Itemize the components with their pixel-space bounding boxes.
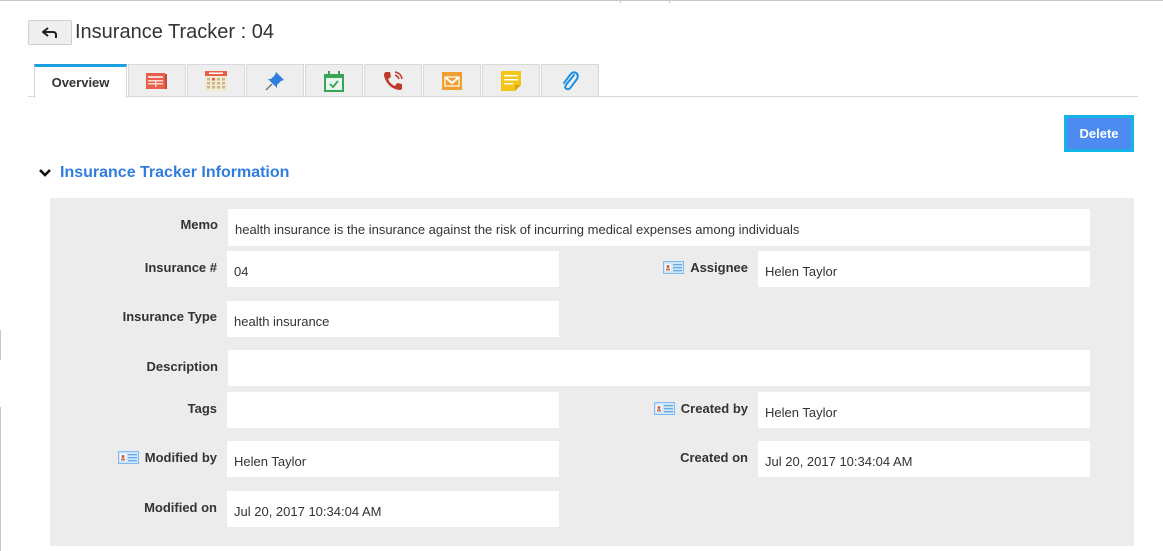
- insurance-type-label-text: Insurance Type: [122, 308, 217, 324]
- memo-label: Memo: [60, 214, 218, 234]
- tags-label-text: Tags: [187, 400, 217, 416]
- description-label-text: Description: [146, 358, 218, 374]
- tags-label: Tags: [60, 398, 217, 418]
- pin-icon: [265, 72, 284, 91]
- assignee-name[interactable]: Helen Taylor: [765, 264, 837, 279]
- chevron-down-icon: [39, 169, 51, 177]
- created-on-value: Jul 20, 2017 10:34:04 AM: [758, 441, 1090, 477]
- insurance-number-label-text: Insurance #: [144, 259, 217, 275]
- assignee-label-text: Assignee: [690, 259, 748, 275]
- email-icon: [442, 72, 462, 90]
- back-arrow-icon: [42, 26, 57, 38]
- created-on-label-text: Created on: [680, 449, 748, 465]
- created-by-label: Created by: [640, 398, 748, 418]
- tabs-divider: [28, 96, 1138, 97]
- section-toggle[interactable]: Insurance Tracker Information: [38, 164, 289, 182]
- tags-value: [227, 392, 559, 428]
- memo-value: health insurance is the insurance agains…: [228, 209, 1090, 246]
- attachment-icon: [563, 71, 579, 91]
- delete-button[interactable]: Delete: [1064, 115, 1134, 152]
- memo-label-text: Memo: [180, 216, 218, 232]
- created-by-label-text: Created by: [680, 400, 748, 416]
- description-value: [228, 350, 1090, 386]
- tab-overview[interactable]: Overview: [34, 64, 127, 98]
- tab-attachments[interactable]: [541, 64, 599, 97]
- tab-bar: Overview: [34, 64, 600, 98]
- tab-overview-label: Overview: [51, 75, 110, 90]
- tab-pin[interactable]: [246, 64, 304, 97]
- contact-card-icon: [663, 260, 685, 274]
- modified-on-label: Modified on: [60, 497, 217, 517]
- insurance-type-value: health insurance: [227, 301, 559, 337]
- details-list-icon: [146, 73, 167, 89]
- tab-tasks[interactable]: [305, 64, 363, 97]
- assignee-value[interactable]: Helen Taylor: [758, 251, 1090, 287]
- created-by-value[interactable]: Helen Taylor: [758, 392, 1090, 428]
- window-divider: [620, 0, 621, 3]
- tab-notes[interactable]: [482, 64, 540, 97]
- notes-icon: [501, 71, 521, 91]
- window-left-border: [0, 407, 1, 551]
- modified-by-label: Modified by: [60, 447, 217, 467]
- modified-on-label-text: Modified on: [144, 499, 217, 515]
- insurance-type-label: Insurance Type: [60, 306, 217, 326]
- insurance-number-label: Insurance #: [60, 257, 217, 277]
- insurance-number-value: 04: [227, 251, 559, 287]
- created-by-name[interactable]: Helen Taylor: [765, 405, 837, 420]
- window-left-border: [0, 330, 1, 360]
- description-label: Description: [60, 356, 218, 376]
- task-calendar-check-icon: [324, 70, 344, 92]
- assignee-label: Assignee: [640, 257, 748, 277]
- calendar-icon: [205, 71, 227, 91]
- contact-card-icon: [117, 450, 139, 464]
- tab-email[interactable]: [423, 64, 481, 97]
- page-title: Insurance Tracker : 04: [75, 21, 274, 43]
- modified-on-value: Jul 20, 2017 10:34:04 AM: [227, 491, 559, 527]
- modified-by-name[interactable]: Helen Taylor: [234, 454, 306, 469]
- window-divider: [669, 0, 670, 3]
- tab-details[interactable]: [128, 64, 186, 97]
- section-title: Insurance Tracker Information: [60, 164, 290, 181]
- phone-call-icon: [384, 71, 403, 90]
- modified-by-value[interactable]: Helen Taylor: [227, 441, 559, 477]
- contact-card-icon: [653, 401, 675, 415]
- back-button[interactable]: [28, 20, 72, 45]
- tab-calls[interactable]: [364, 64, 422, 97]
- created-on-label: Created on: [640, 447, 748, 467]
- window-top-border: [0, 0, 1163, 1]
- tab-calendar[interactable]: [187, 64, 245, 97]
- modified-by-label-text: Modified by: [144, 449, 217, 465]
